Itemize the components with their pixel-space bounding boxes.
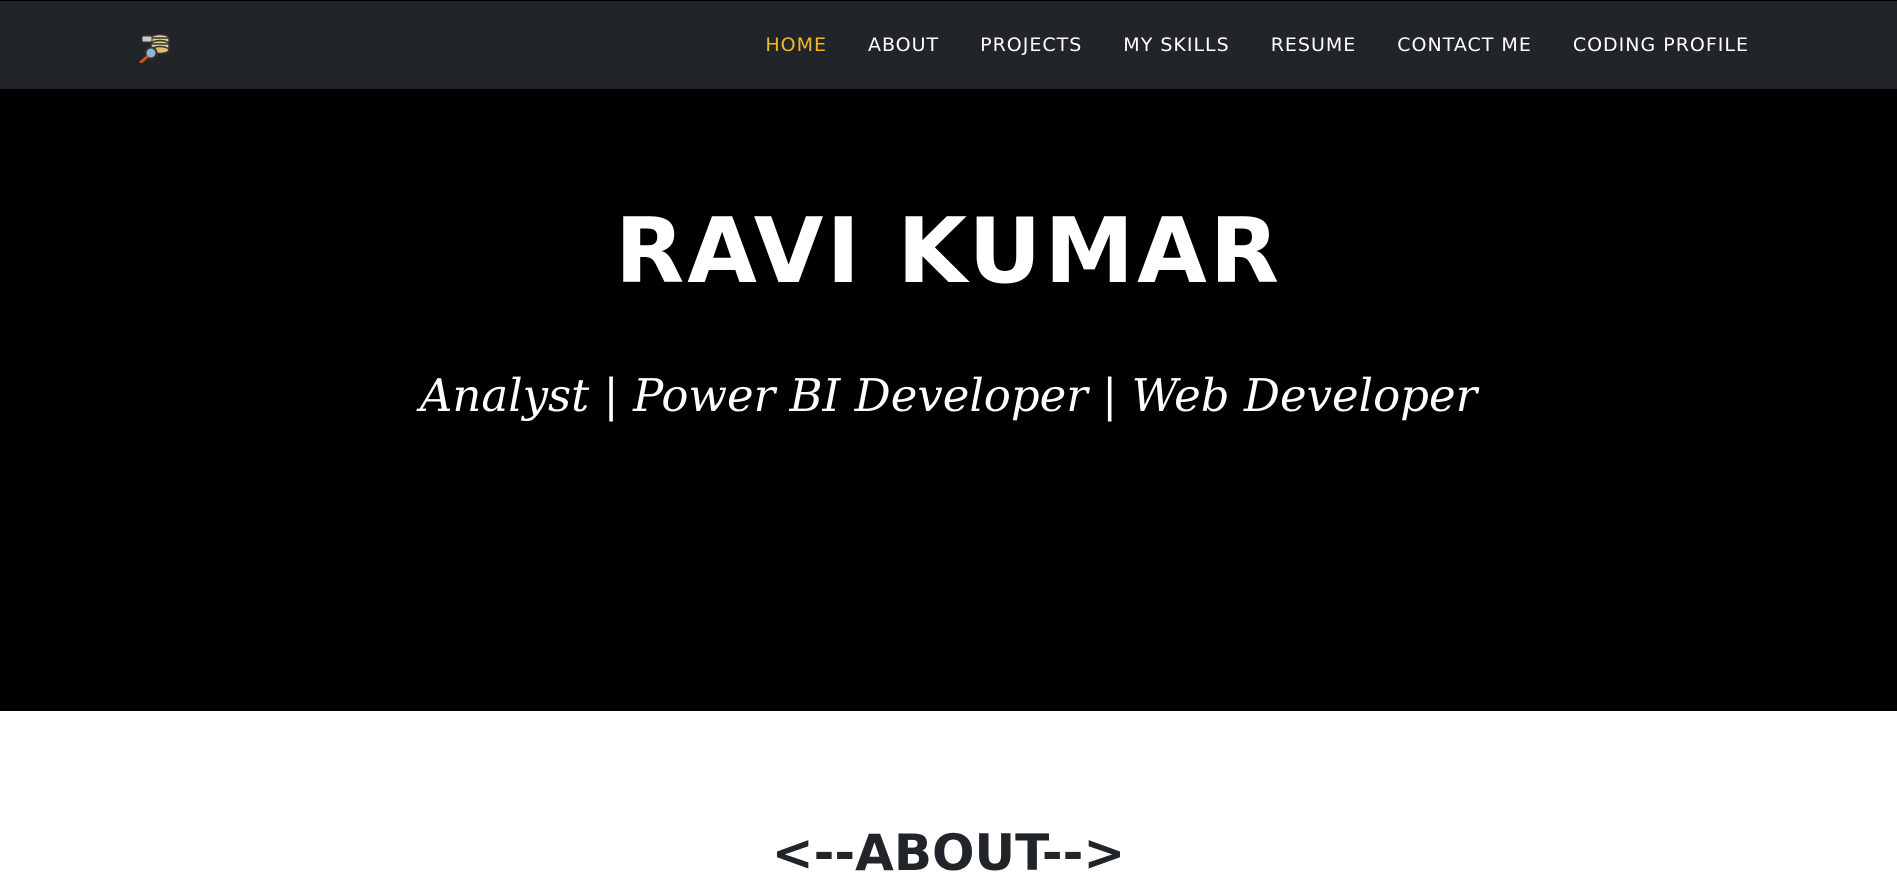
hero-subtitle: Analyst | Power BI Developer | Web Devel…: [419, 369, 1478, 422]
nav-resume-link[interactable]: RESUME: [1271, 34, 1357, 56]
nav-coding-profile-link[interactable]: CODING PROFILE: [1573, 34, 1749, 56]
nav-contact-link[interactable]: CONTACT ME: [1397, 34, 1532, 56]
about-heading: <--ABOUT-->: [771, 824, 1126, 882]
data-analysis-logo-icon[interactable]: [138, 31, 172, 64]
hero-name: RAVI KUMAR: [614, 199, 1283, 304]
nav-menu: HOME ABOUT PROJECTS MY SKILLS RESUME CON…: [765, 1, 1749, 89]
nav-about-link[interactable]: ABOUT: [868, 34, 939, 56]
hero-section: RAVI KUMAR Analyst | Power BI Developer …: [0, 89, 1897, 711]
navbar: HOME ABOUT PROJECTS MY SKILLS RESUME CON…: [0, 0, 1897, 89]
nav-projects-link[interactable]: PROJECTS: [980, 34, 1082, 56]
nav-home-link[interactable]: HOME: [765, 34, 827, 56]
nav-skills-link[interactable]: MY SKILLS: [1123, 34, 1229, 56]
